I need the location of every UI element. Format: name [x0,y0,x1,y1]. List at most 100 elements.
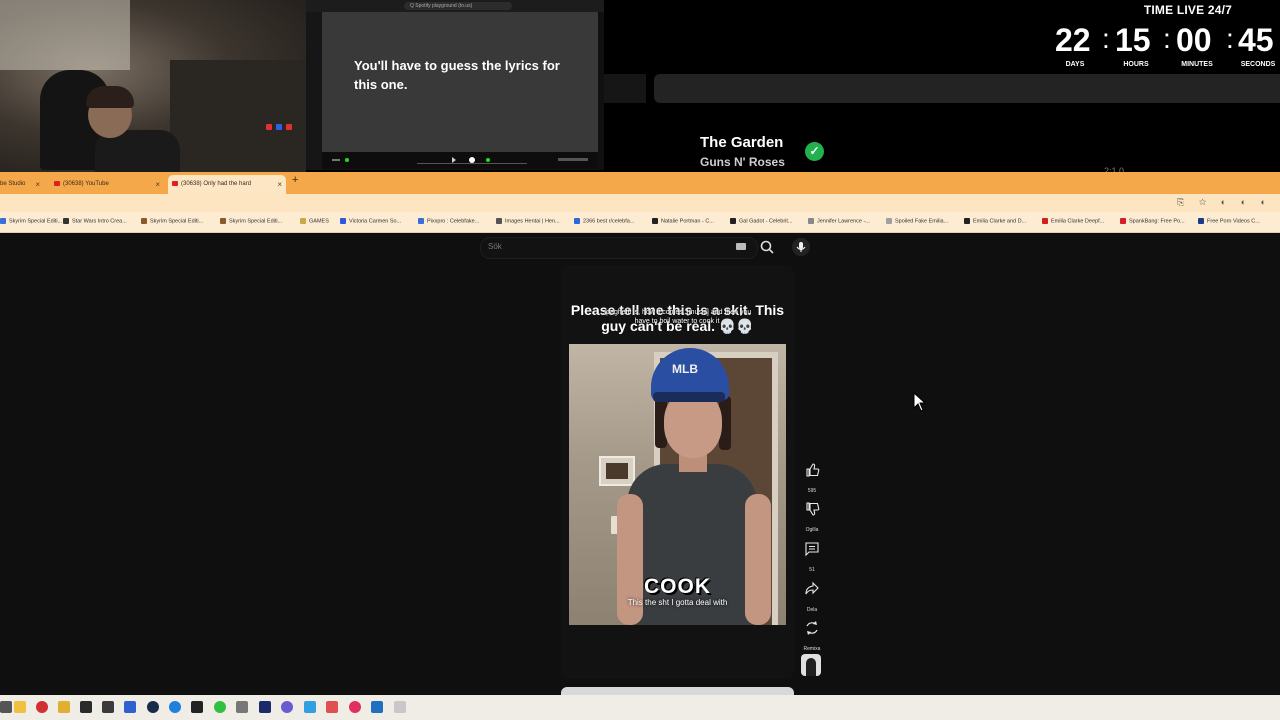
bookmark-item[interactable]: SpankBang: Free Po... [1120,218,1185,224]
captured-url: Q Spotify playground (to.us) [404,2,512,10]
player-controls-icon [332,157,588,164]
bookmark-item[interactable]: Pixxpro : Celebfake... [418,218,479,224]
steam-icon[interactable] [147,701,159,713]
tool-icon[interactable] [326,701,338,713]
bookmark-item[interactable]: Skyrim Special Editi... [141,218,203,224]
comments-button[interactable]: 51 [800,540,824,573]
new-tab-button[interactable]: + [292,174,298,186]
bookmark-item[interactable]: 2366 best r/celebfa... [574,218,634,224]
bookmark-label: Emilia Clarke Deepf... [1051,218,1105,225]
opera-icon[interactable] [349,701,361,713]
tab-short-active[interactable]: (30638) Only had the hard × [168,175,286,194]
folder-icon[interactable] [14,701,26,713]
files-icon[interactable] [58,701,70,713]
video-cap-brim [653,392,725,402]
cap-logo: MLB [672,362,698,376]
close-icon[interactable]: × [35,175,40,194]
share-button[interactable]: Dela [800,580,824,613]
frame-picture [606,463,628,479]
bookmark-item[interactable]: Images Hentai | Hen... [496,218,560,224]
streamer-hair [86,86,134,108]
like-button[interactable]: 595 [800,461,824,494]
led-light [266,124,272,130]
bookmark-item[interactable]: Skyrim Special Editi... [220,218,282,224]
bookmark-item[interactable]: Star Wars Intro Crea... [63,218,127,224]
photoshop-icon[interactable] [259,701,271,713]
auto-caption: spaghetti is, how it comes, [music] and … [602,309,752,325]
misc-icon[interactable] [394,701,406,713]
bookmark-label: 2366 best r/celebfa... [583,218,635,225]
bookmark-label: Jennifer Lawrence -... [817,218,870,225]
remix-button[interactable]: Remixa [800,619,824,652]
camera-icon[interactable] [102,701,114,713]
obs-icon[interactable] [281,701,293,713]
close-icon[interactable]: × [277,175,282,194]
bookmark-label: Victoria Carmen So... [349,218,402,225]
bookmark-folder[interactable]: GAMES [300,218,329,224]
video-subtitle: This the sht I gotta deal with [627,598,728,607]
address-bar[interactable]: ⎘ ☆ ◐ ◐ ◐ [0,194,1280,212]
search-box[interactable] [480,237,758,259]
channel-avatar[interactable] [801,654,821,676]
bookmark-item[interactable]: Victoria Carmen So... [340,218,401,224]
timer-separator: : [1226,23,1234,54]
check-icon: ✓ [805,142,824,161]
chrome-icon[interactable] [36,701,48,713]
bookmark-item[interactable]: Natalie Portman - C... [652,218,714,224]
tab-label: be Studio [0,181,26,187]
avatar-silhouette [806,658,816,676]
bookmark-item[interactable]: Free Porn Videos C... [1198,218,1260,224]
extension-icons[interactable]: ⎘ ☆ ◐ ◐ ◐ [1177,197,1272,208]
overlay-bar [654,74,1280,103]
bookmark-icon [1198,218,1204,224]
bookmark-item[interactable]: Spoiled Fake Emilia... [886,218,948,224]
settings-icon[interactable] [236,701,248,713]
dislike-button[interactable]: Ogilla [800,500,824,533]
bookmark-item[interactable]: Emilia Clarke and D... [964,218,1026,224]
search-icon[interactable] [759,239,775,255]
microphone-icon [796,242,806,252]
bookmark-icon [886,218,892,224]
captured-player-bar [322,152,598,168]
countdown-timer: TIME LIVE 24/7 22 : 15 : 00 : 45 DAYS HO… [1040,0,1280,72]
tab-youtube[interactable]: (30638) YouTube × [50,175,164,194]
bookmark-icon [496,218,502,224]
timer-days-label: DAYS [1065,61,1085,68]
bookmark-icon [808,218,814,224]
bookmark-icon [340,218,346,224]
terminal-icon[interactable] [80,701,92,713]
bookmark-icon [418,218,424,224]
app-icon[interactable] [124,701,136,713]
windows-icon[interactable] [0,701,12,713]
thumbs-down-icon [806,502,820,516]
bookmark-label: SpankBang: Free Po... [1129,218,1185,225]
keyboard-icon[interactable] [736,243,746,250]
tab-label: (30638) YouTube [63,181,109,187]
edge-icon[interactable] [169,701,181,713]
bookmark-icon [141,218,147,224]
text-icon[interactable] [191,701,203,713]
bookmark-label: Pixxpro : Celebfake... [427,218,480,225]
close-icon[interactable]: × [155,175,160,194]
bookmark-icon [1042,218,1048,224]
vscode-icon[interactable] [371,701,383,713]
video-wall-frame [599,456,635,486]
now-playing-artist: Guns N' Roses [700,155,785,169]
bookmark-label: Gal Gadot - Celebrit... [739,218,793,225]
remix-label: Remixa [803,646,821,652]
tab-studio[interactable]: be Studio × [0,175,44,194]
captured-browser-window: Q Spotify playground (to.us) You'll have… [306,0,604,170]
voice-search-button[interactable] [792,238,810,256]
now-playing-title: The Garden [700,134,784,151]
android-icon[interactable] [214,701,226,713]
notes-icon[interactable] [304,701,316,713]
remix-icon [806,621,818,635]
bookmark-item[interactable]: Gal Gadot - Celebrit... [730,218,793,224]
captured-topbar: Q Spotify playground (to.us) [306,0,604,12]
bookmark-item[interactable]: Skyrim Special Editi... [0,218,62,224]
bookmark-item[interactable]: Emilia Clarke Deepf... [1042,218,1104,224]
bookmark-item[interactable]: Jennifer Lawrence -... [808,218,870,224]
search-input[interactable]: Sök [488,242,502,251]
captured-sidebar [306,12,322,170]
timer-seconds: 45 [1238,22,1274,58]
